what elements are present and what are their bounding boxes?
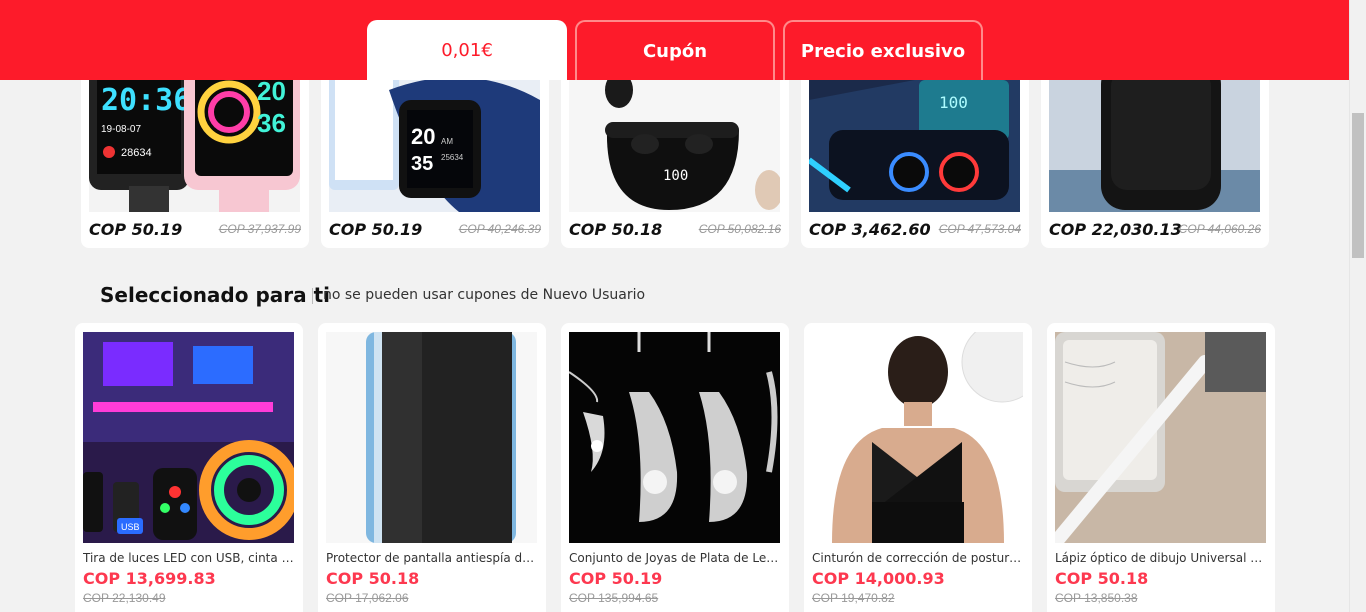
svg-text:AM: AM — [441, 137, 453, 146]
top-product-card[interactable]: 100 COP 50.18 COP 50,082.16 — [561, 60, 789, 248]
product-old-price: COP 135,994.65 — [569, 591, 659, 605]
divider — [312, 288, 313, 304]
svg-text:20: 20 — [411, 124, 435, 149]
product-title[interactable]: Cinturón de corrección de postura para e… — [812, 551, 1023, 565]
silver-jewelry-image — [569, 332, 780, 543]
product-price: COP 50.18 — [569, 220, 663, 239]
top-product-card[interactable]: COP 22,030.13 COP 44,060.26 — [1041, 60, 1269, 248]
product-price: COP 22,030.13 — [1049, 220, 1182, 239]
smartwatch-pink-image: 20:36 19-08-07 28634 20 36 — [89, 60, 300, 212]
svg-text:36: 36 — [257, 108, 286, 138]
svg-text:USB: USB — [121, 522, 140, 532]
product-price: COP 3,462.60 — [809, 220, 931, 239]
svg-text:100: 100 — [939, 93, 968, 112]
product-price: COP 14,000.93 — [812, 569, 945, 588]
product-card[interactable]: Cinturón de corrección de postura para e… — [804, 323, 1032, 612]
product-title[interactable]: Conjunto de Joyas de Plata de Ley 925 — [569, 551, 780, 565]
product-old-price: COP 44,060.26 — [1178, 222, 1261, 236]
product-old-price: COP 19,470.82 — [812, 591, 895, 605]
top-product-card[interactable]: 20 35 AM 25634 COP 50.19 COP 40,246.39 — [321, 60, 549, 248]
product-card[interactable]: Lápiz óptico de dibujo Universal para ta… — [1047, 323, 1275, 612]
product-card[interactable]: Conjunto de Joyas de Plata de Ley 925 CO… — [561, 323, 789, 612]
earbuds-case-image: 100 — [569, 60, 780, 212]
posture-corrector-image — [812, 332, 1023, 543]
product-price: COP 50.19 — [89, 220, 183, 239]
svg-text:28634: 28634 — [121, 147, 152, 159]
section-note: no se pueden usar cupones de Nuevo Usuar… — [323, 287, 646, 303]
svg-text:19-08-07: 19-08-07 — [101, 124, 141, 135]
svg-text:25634: 25634 — [441, 153, 464, 162]
led-strip-image: USB — [83, 332, 294, 543]
product-price: COP 50.18 — [326, 569, 420, 588]
svg-text:20:36: 20:36 — [101, 83, 191, 118]
section-title: Seleccionado para ti — [100, 283, 330, 307]
product-old-price: COP 22,130.49 — [83, 591, 166, 605]
stylus-pen-image — [1055, 332, 1266, 543]
product-price: COP 50.19 — [569, 569, 663, 588]
product-title[interactable]: Tira de luces LED con USB, cinta de luz … — [83, 551, 294, 565]
product-card[interactable]: USB Tira de luces LED con USB, cinta de … — [75, 323, 303, 612]
tab-one-cent[interactable]: 0,01€ — [367, 20, 567, 80]
top-product-card[interactable]: 100 COP 3,462.60 COP 47,573.04 — [801, 60, 1029, 248]
svg-text:35: 35 — [411, 153, 433, 175]
svg-text:20: 20 — [257, 76, 286, 106]
product-old-price: COP 47,573.04 — [938, 222, 1021, 236]
product-price: COP 50.19 — [329, 220, 423, 239]
product-title[interactable]: Protector de pantalla antiespía de crist… — [326, 551, 537, 565]
product-price: COP 50.18 — [1055, 569, 1149, 588]
promo-header: 0,01€ Cupón Precio exclusivo — [0, 0, 1349, 80]
product-old-price: COP 50,082.16 — [698, 222, 781, 236]
product-old-price: COP 17,062.06 — [326, 591, 409, 605]
top-product-card[interactable]: 20:36 19-08-07 28634 20 36 COP 50.19 COP… — [81, 60, 309, 248]
earbuds-powerbank-image: 100 — [809, 60, 1020, 212]
product-title[interactable]: Lápiz óptico de dibujo Universal para ta… — [1055, 551, 1266, 565]
speaker-image — [1049, 60, 1260, 212]
scrollbar-thumb[interactable] — [1352, 113, 1364, 258]
privacy-screen-protector-image — [326, 332, 537, 543]
product-old-price: COP 37,937.99 — [218, 222, 301, 236]
product-old-price: COP 13,850.38 — [1055, 591, 1138, 605]
svg-text:100: 100 — [663, 168, 688, 184]
vertical-scrollbar[interactable] — [1349, 0, 1366, 612]
tab-coupon[interactable]: Cupón — [575, 20, 775, 80]
tab-exclusive-price[interactable]: Precio exclusivo — [783, 20, 983, 80]
product-old-price: COP 40,246.39 — [458, 222, 541, 236]
smart-band-image: 20 35 AM 25634 — [329, 60, 540, 212]
product-price: COP 13,699.83 — [83, 569, 216, 588]
product-card[interactable]: Protector de pantalla antiespía de crist… — [318, 323, 546, 612]
